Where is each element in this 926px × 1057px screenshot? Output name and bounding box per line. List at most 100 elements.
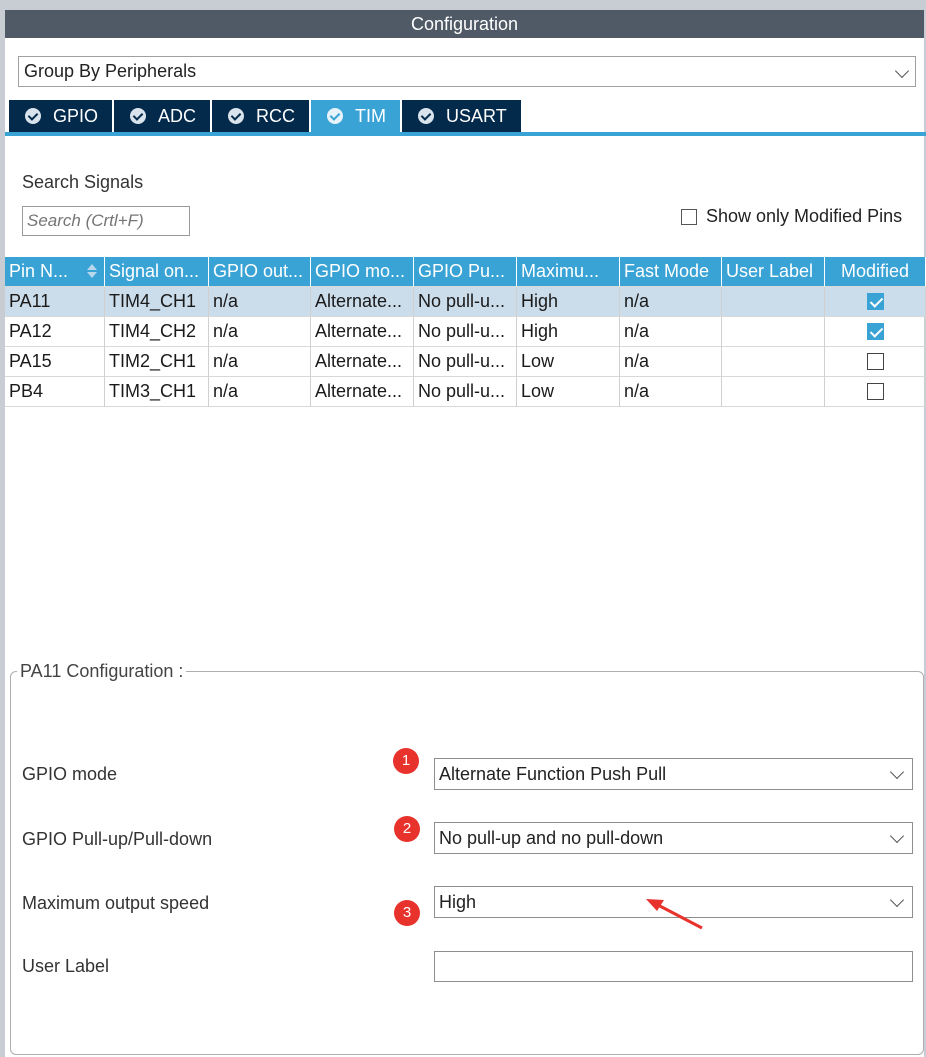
pin-table: Pin N... Signal on... GPIO out... GPIO m… — [5, 257, 926, 407]
cell-mode: Alternate... — [311, 347, 414, 377]
sort-icon[interactable] — [87, 264, 97, 278]
tab-label: RCC — [256, 105, 296, 126]
check-circle-icon — [228, 108, 245, 124]
annotation-badge-1: 1 — [393, 748, 419, 774]
annotation-arrow-icon — [646, 899, 703, 930]
tab-label: TIM — [355, 105, 387, 126]
chevron-down-icon — [889, 892, 905, 908]
cell-fast-mode: n/a — [620, 377, 722, 407]
window-frame-top — [0, 0, 926, 10]
search-input[interactable] — [22, 206, 190, 236]
max-output-speed-label: Maximum output speed — [22, 893, 210, 913]
tab-bar: GPIO ADC RCC TIM USART — [9, 100, 523, 132]
check-circle-icon — [25, 108, 41, 124]
column-header-fast-mode[interactable]: Fast Mode — [620, 257, 722, 287]
tab-usart[interactable]: USART — [402, 100, 523, 132]
chevron-down-icon — [889, 828, 905, 844]
cell-pull: No pull-u... — [414, 317, 517, 347]
table-row[interactable]: PB4 TIM3_CH1 n/a Alternate... No pull-u.… — [5, 377, 926, 407]
check-circle-icon — [130, 108, 147, 124]
check-circle-icon — [327, 108, 344, 124]
show-modified-label: Show only Modified Pins — [706, 206, 903, 226]
cell-user-label — [722, 287, 825, 317]
cell-output: n/a — [209, 377, 311, 407]
cell-signal: TIM4_CH2 — [105, 317, 209, 347]
cell-output: n/a — [209, 287, 311, 317]
cell-modified — [825, 347, 926, 377]
tab-tim[interactable]: TIM — [311, 100, 403, 132]
pin-configuration-panel — [10, 671, 924, 1055]
cell-user-label — [722, 377, 825, 407]
gpio-mode-label: GPIO mode — [22, 764, 118, 784]
cell-user-label — [722, 317, 825, 347]
gpio-pull-label: GPIO Pull-up/Pull-down — [22, 829, 213, 849]
cell-user-label — [722, 347, 825, 377]
cell-modified — [825, 377, 926, 407]
table-header: Pin N... Signal on... GPIO out... GPIO m… — [5, 257, 926, 287]
cell-fast-mode: n/a — [620, 287, 722, 317]
column-header-gpio-pull[interactable]: GPIO Pu... — [414, 257, 517, 287]
cell-signal: TIM3_CH1 — [105, 377, 209, 407]
cell-modified — [825, 287, 926, 317]
column-header-pin[interactable]: Pin N... — [5, 257, 105, 287]
cell-signal: TIM2_CH1 — [105, 347, 209, 377]
show-modified-pins-toggle[interactable]: Show only Modified Pins — [681, 206, 902, 227]
table-row[interactable]: PA12 TIM4_CH2 n/a Alternate... No pull-u… — [5, 317, 926, 347]
window-frame-left — [0, 0, 5, 1057]
cell-pin: PB4 — [5, 377, 105, 407]
tab-label: GPIO — [53, 105, 99, 126]
column-header-modified[interactable]: Modified — [825, 257, 926, 287]
checkbox-icon[interactable] — [866, 293, 884, 310]
cell-signal: TIM4_CH1 — [105, 287, 209, 317]
max-output-speed-value: High — [439, 892, 477, 912]
tab-rcc[interactable]: RCC — [212, 100, 312, 132]
cell-speed: Low — [517, 377, 620, 407]
cell-speed: Low — [517, 347, 620, 377]
cell-fast-mode: n/a — [620, 317, 722, 347]
tab-label: ADC — [158, 105, 197, 126]
pin-configuration-title: PA11 Configuration : — [17, 661, 187, 682]
checkbox-icon[interactable] — [866, 323, 884, 340]
cell-output: n/a — [209, 317, 311, 347]
checkbox-icon[interactable] — [866, 383, 884, 400]
gpio-mode-select[interactable]: Alternate Function Push Pull — [434, 758, 913, 790]
chevron-down-icon — [889, 764, 905, 780]
cell-pin: PA12 — [5, 317, 105, 347]
cell-mode: Alternate... — [311, 317, 414, 347]
cell-fast-mode: n/a — [620, 347, 722, 377]
cell-output: n/a — [209, 347, 311, 377]
table-row[interactable]: PA11 TIM4_CH1 n/a Alternate... No pull-u… — [5, 287, 926, 317]
cell-pin: PA15 — [5, 347, 105, 377]
tab-gpio[interactable]: GPIO — [9, 100, 115, 132]
tab-adc[interactable]: ADC — [114, 100, 213, 132]
cell-pull: No pull-u... — [414, 377, 517, 407]
cell-pull: No pull-u... — [414, 347, 517, 377]
gpio-pull-value: No pull-up and no pull-down — [439, 828, 664, 848]
window-title: Configuration — [5, 10, 924, 38]
group-by-value: Group By Peripherals — [24, 61, 197, 81]
group-by-select[interactable]: Group By Peripherals — [18, 56, 916, 87]
column-header-user-label[interactable]: User Label — [722, 257, 825, 287]
checkbox-icon[interactable] — [866, 353, 884, 370]
cell-speed: High — [517, 287, 620, 317]
user-label-label: User Label — [22, 956, 110, 976]
gpio-pull-select[interactable]: No pull-up and no pull-down — [434, 822, 913, 854]
column-header-gpio-mode[interactable]: GPIO mo... — [311, 257, 414, 287]
column-header-max-speed[interactable]: Maximu... — [517, 257, 620, 287]
cell-pull: No pull-u... — [414, 287, 517, 317]
search-signals-label: Search Signals — [22, 172, 144, 192]
cell-pin: PA11 — [5, 287, 105, 317]
chevron-down-icon — [894, 63, 910, 79]
tab-underline — [5, 132, 926, 136]
table-row[interactable]: PA15 TIM2_CH1 n/a Alternate... No pull-u… — [5, 347, 926, 377]
user-label-input[interactable] — [434, 951, 913, 982]
checkbox-icon[interactable] — [681, 208, 697, 225]
annotation-badge-3: 3 — [394, 900, 420, 926]
column-header-signal[interactable]: Signal on... — [105, 257, 209, 287]
column-header-gpio-output[interactable]: GPIO out... — [209, 257, 311, 287]
cell-modified — [825, 317, 926, 347]
cell-mode: Alternate... — [311, 287, 414, 317]
cell-mode: Alternate... — [311, 377, 414, 407]
gpio-mode-value: Alternate Function Push Pull — [439, 764, 667, 784]
cell-speed: High — [517, 317, 620, 347]
